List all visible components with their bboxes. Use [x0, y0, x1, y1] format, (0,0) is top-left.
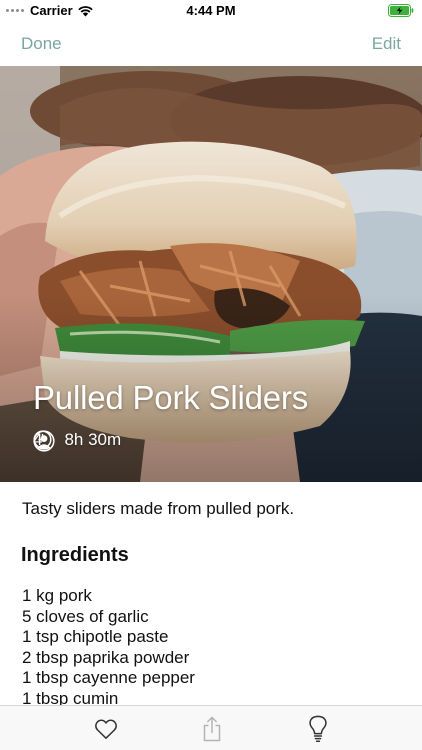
status-time: 4:44 PM [186, 3, 236, 18]
recipe-hero-image: Pulled Pork Sliders 4 8h 30m [0, 66, 422, 482]
recipe-content: Tasty sliders made from pulled pork. Ing… [0, 482, 422, 705]
ingredients-heading: Ingredients [21, 544, 129, 566]
ingredient-item: 1 tbsp cumin [22, 688, 119, 706]
navigation-bar: Done Edit [0, 22, 422, 66]
tip-button[interactable] [303, 714, 333, 744]
ingredients-list: 1 kg pork 5 cloves of garlic 1 tsp chipo… [22, 586, 195, 705]
edit-button[interactable]: Edit [372, 34, 401, 54]
ingredient-item: 1 tbsp cayenne pepper [22, 668, 195, 687]
ingredient-item: 1 kg pork [22, 586, 92, 605]
battery-icon [388, 4, 414, 17]
favorite-button[interactable] [91, 714, 121, 744]
lightbulb-icon [309, 715, 327, 742]
duration: 8h 30m [33, 430, 122, 450]
duration-value: 8h 30m [64, 430, 122, 449]
ingredient-item: 1 tsp chipotle paste [22, 627, 169, 646]
status-bar: Carrier 4:44 PM [0, 0, 422, 22]
heart-icon [95, 719, 117, 739]
recipe-title: Pulled Pork Sliders [33, 379, 308, 416]
share-button[interactable] [197, 714, 227, 744]
clock-icon [33, 430, 52, 449]
recipe-meta: 4 8h 30m [33, 430, 122, 452]
recipe-description: Tasty sliders made from pulled pork. [22, 499, 295, 518]
slider-photo [0, 66, 422, 482]
share-icon [203, 716, 221, 742]
bottom-toolbar [0, 705, 422, 750]
ingredient-item: 5 cloves of garlic [22, 606, 149, 626]
ingredient-item: 2 tbsp paprika powder [22, 647, 190, 667]
done-button[interactable]: Done [21, 34, 62, 54]
